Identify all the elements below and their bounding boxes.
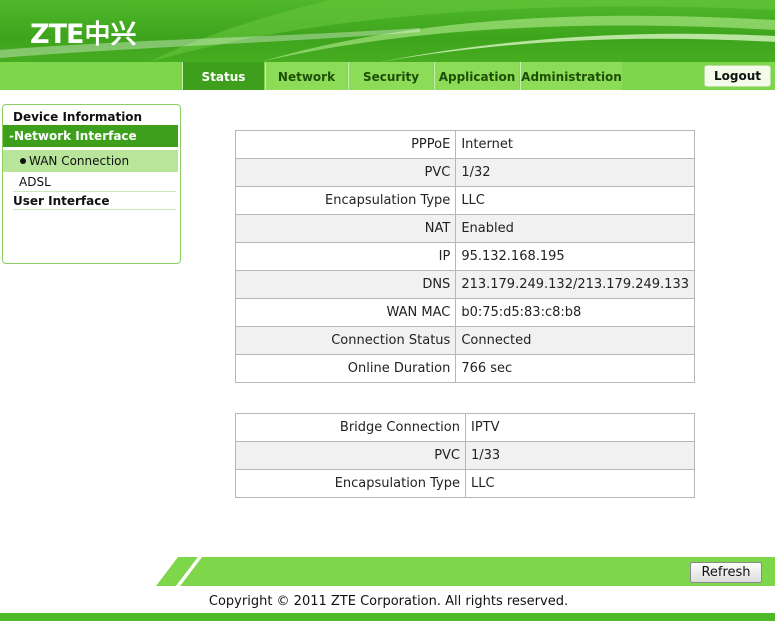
table-row: DNS 213.179.249.132/213.179.249.133 bbox=[234, 270, 695, 299]
pppoe-info-table: PPPoE Internet PVC 1/32 Encapsulation Type… bbox=[234, 130, 695, 383]
main-nav: Status Network Security Application Admi… bbox=[0, 62, 775, 90]
logo-text: ZTE bbox=[30, 19, 84, 50]
table-row: PVC 1/33 bbox=[235, 441, 695, 470]
row-key: PVC bbox=[234, 158, 457, 187]
row-value: 213.179.249.132/213.179.249.133 bbox=[455, 270, 695, 299]
logout-button[interactable]: Logout bbox=[704, 65, 771, 87]
row-value: LLC bbox=[465, 469, 695, 498]
row-value: IPTV bbox=[465, 413, 695, 442]
row-key: PVC bbox=[235, 441, 466, 470]
sidebar-item-label: WAN Connection bbox=[29, 154, 130, 168]
logo-cn-text: 中兴 bbox=[84, 20, 137, 50]
table-row: PVC 1/32 bbox=[234, 158, 695, 187]
zte-logo: ZTE中兴 bbox=[30, 14, 136, 51]
sidebar-item-adsl[interactable]: ADSL bbox=[3, 175, 178, 189]
row-value: Enabled bbox=[455, 214, 695, 243]
tab-application[interactable]: Application bbox=[434, 62, 519, 90]
row-key: Bridge Connection bbox=[235, 413, 466, 442]
row-key: DNS bbox=[234, 270, 457, 299]
sidebar: Device Information -Network Interface WA… bbox=[2, 104, 181, 264]
tab-status[interactable]: Status bbox=[182, 62, 264, 90]
table-row: Encapsulation Type LLC bbox=[234, 186, 695, 215]
footer-band bbox=[156, 557, 775, 586]
table-row: NAT Enabled bbox=[234, 214, 695, 243]
bottom-bar bbox=[0, 613, 775, 621]
tab-network[interactable]: Network bbox=[265, 62, 347, 90]
tab-administration[interactable]: Administration bbox=[520, 62, 622, 90]
tab-security[interactable]: Security bbox=[348, 62, 433, 90]
refresh-button[interactable]: Refresh bbox=[690, 562, 762, 583]
sidebar-item-network-interface[interactable]: -Network Interface bbox=[3, 125, 178, 147]
sidebar-divider bbox=[13, 209, 176, 210]
table-row: Bridge Connection IPTV bbox=[235, 413, 695, 442]
table-row: Online Duration 766 sec bbox=[234, 354, 695, 383]
sidebar-divider bbox=[13, 191, 176, 192]
copyright-text: Copyright © 2011 ZTE Corporation. All ri… bbox=[208, 594, 569, 609]
row-key: IP bbox=[234, 242, 457, 271]
row-key: Online Duration bbox=[234, 354, 457, 383]
row-value: 95.132.168.195 bbox=[455, 242, 695, 271]
header-banner: ZTE中兴 bbox=[0, 0, 775, 62]
row-key: Encapsulation Type bbox=[235, 469, 466, 498]
bullet-icon bbox=[20, 158, 26, 164]
sidebar-item-user-interface[interactable]: User Interface bbox=[3, 194, 178, 208]
table-row: Encapsulation Type LLC bbox=[235, 469, 695, 498]
row-key: WAN MAC bbox=[234, 298, 457, 327]
row-value: LLC bbox=[455, 186, 695, 215]
row-value: b0:75:d5:83:c8:b8 bbox=[455, 298, 695, 327]
row-key: NAT bbox=[234, 214, 457, 243]
sidebar-item-device-information[interactable]: Device Information bbox=[3, 110, 178, 124]
table-row: Connection Status Connected bbox=[234, 326, 695, 355]
row-value: Connected bbox=[455, 326, 695, 355]
row-key: Encapsulation Type bbox=[234, 186, 457, 215]
row-key: PPPoE bbox=[234, 130, 457, 159]
table-row: PPPoE Internet bbox=[234, 130, 695, 159]
bridge-info-table: Bridge Connection IPTV PVC 1/33 Encapsulat… bbox=[235, 413, 695, 498]
table-row: IP 95.132.168.195 bbox=[234, 242, 695, 271]
row-value: 766 sec bbox=[455, 354, 695, 383]
table-row: WAN MAC b0:75:d5:83:c8:b8 bbox=[234, 298, 695, 327]
row-value: 1/33 bbox=[465, 441, 695, 470]
row-value: Internet bbox=[455, 130, 695, 159]
sidebar-item-wan-connection[interactable]: WAN Connection bbox=[3, 150, 178, 172]
row-value: 1/32 bbox=[455, 158, 695, 187]
row-key: Connection Status bbox=[234, 326, 457, 355]
